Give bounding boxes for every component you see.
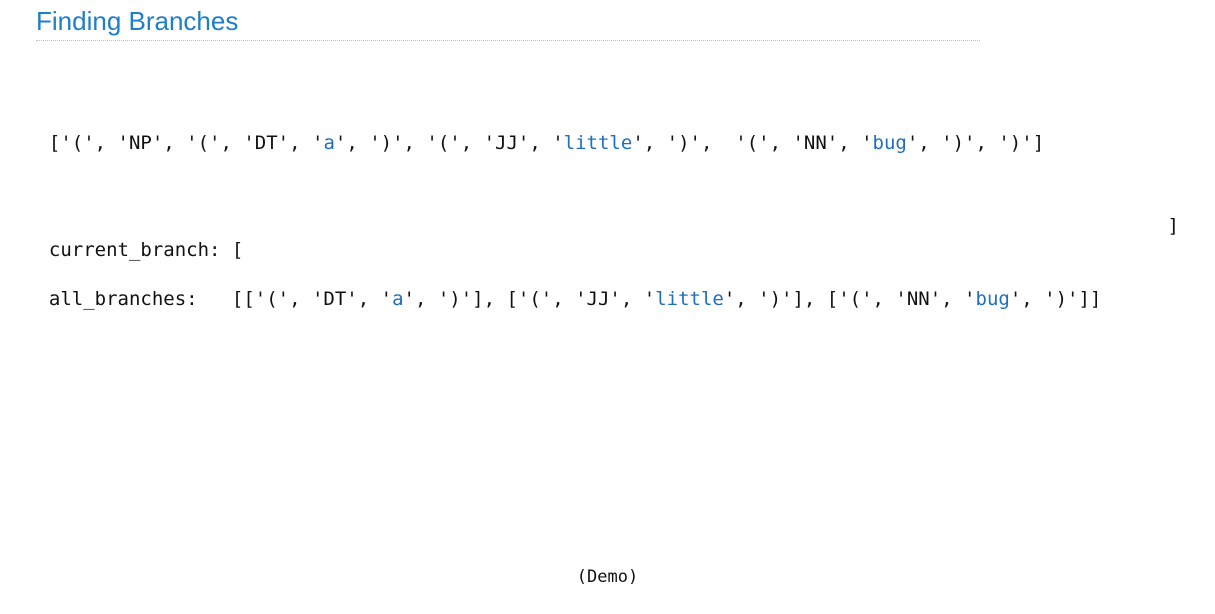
demo-label: (Demo) bbox=[576, 567, 639, 587]
branch-segment-word: a bbox=[392, 288, 404, 310]
token-segment: ', ')', '(', 'NN', ' bbox=[632, 132, 873, 154]
branch-segment: [['(', 'DT', ' bbox=[231, 288, 393, 310]
token-segment-word: a bbox=[323, 132, 335, 154]
token-segment-word: little bbox=[563, 132, 633, 154]
current-branch-label: current_branch: [ bbox=[48, 239, 244, 261]
token-segment: ', ')', ')'] bbox=[906, 132, 1045, 154]
branch-segment-word: bug bbox=[975, 288, 1010, 310]
token-segment: ', ')', '(', 'JJ', ' bbox=[334, 132, 564, 154]
branch-segment: ', ')']] bbox=[1009, 288, 1102, 310]
branch-segment: ', ')'], ['(', 'JJ', ' bbox=[403, 288, 656, 310]
branch-segment: ', ')'], ['(', 'NN', ' bbox=[723, 288, 976, 310]
token-segment-word: bug bbox=[872, 132, 907, 154]
token-list-line: ['(', 'NP', '(', 'DT', 'a', ')', '(', 'J… bbox=[26, 107, 1044, 155]
branch-segment-word: little bbox=[655, 288, 724, 310]
token-segment: ['(', 'NP', '(', 'DT', ' bbox=[48, 132, 324, 154]
current-branch-close-bracket: ] bbox=[1167, 215, 1179, 237]
slide-title: Finding Branches bbox=[36, 6, 239, 36]
all-branches-line: all_branches: [['(', 'DT', 'a', ')'], ['… bbox=[26, 263, 1101, 311]
all-branches-label: all_branches: bbox=[48, 288, 232, 310]
title-divider bbox=[36, 40, 980, 41]
